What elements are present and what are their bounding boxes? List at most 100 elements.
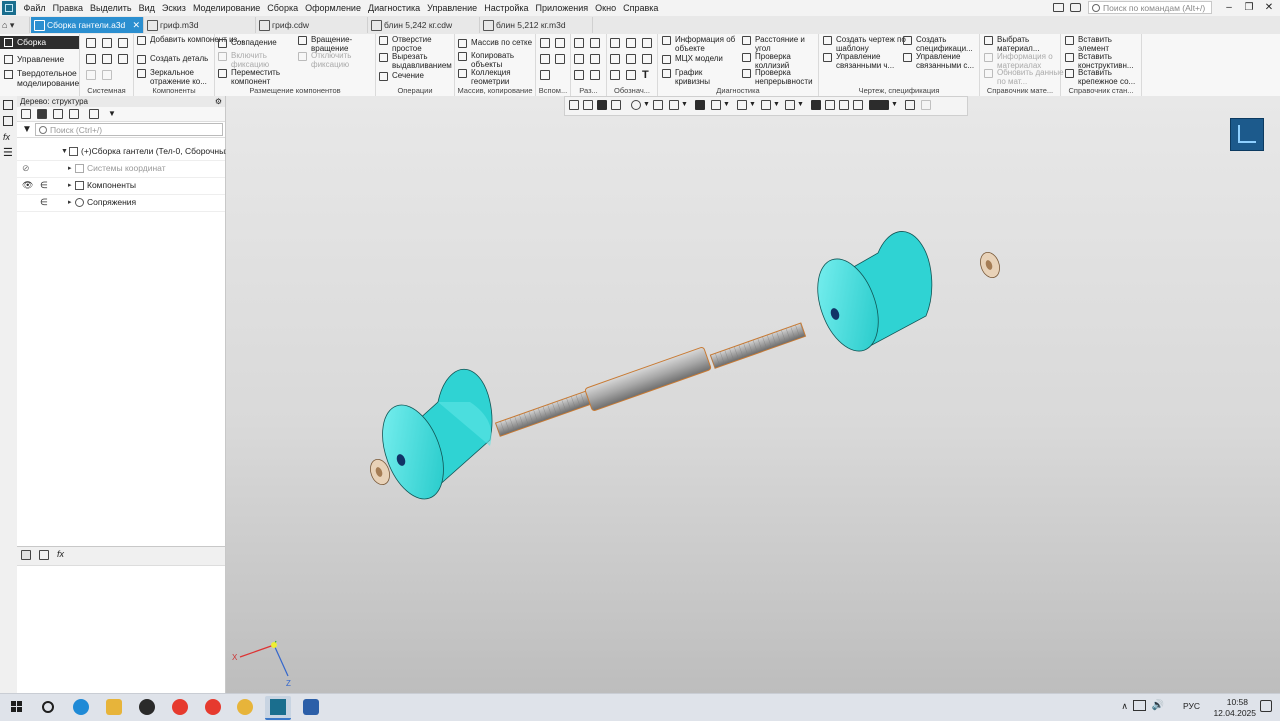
minimize-button[interactable]: – bbox=[1222, 1, 1236, 14]
menu-manage[interactable]: Управление bbox=[424, 0, 481, 16]
leader-icon[interactable] bbox=[610, 38, 620, 48]
radius-dimension-icon[interactable] bbox=[574, 54, 584, 64]
close-tab-icon[interactable]: ✕ bbox=[132, 17, 140, 33]
network-icon[interactable] bbox=[1133, 700, 1146, 711]
curvature-graph-button[interactable]: График кривизны bbox=[662, 68, 735, 86]
weld-icon[interactable] bbox=[610, 70, 620, 80]
tab-disc-drawing[interactable]: блин 5,242 кг.cdw bbox=[368, 17, 480, 33]
enable-fix-button[interactable]: Включить фиксацию bbox=[218, 51, 291, 69]
create-drawing-button[interactable]: Создать чертеж по шаблону bbox=[823, 35, 908, 53]
position-icon[interactable] bbox=[626, 54, 636, 64]
tree-row-mates[interactable]: ∈ ▸ Сопряжения bbox=[17, 194, 225, 212]
move-component-button[interactable]: Переместить компонент bbox=[218, 68, 295, 86]
menu-design[interactable]: Оформление bbox=[302, 0, 365, 16]
aux-line-icon[interactable] bbox=[555, 54, 565, 64]
tree-build-icon[interactable] bbox=[37, 109, 47, 119]
props-tab-icon[interactable] bbox=[39, 550, 49, 560]
tolerance-icon[interactable] bbox=[642, 38, 652, 48]
chamfer-dimension-icon[interactable] bbox=[590, 70, 600, 80]
view-orientation-icon[interactable] bbox=[1230, 118, 1264, 151]
chevron-down-icon[interactable]: ▼ bbox=[108, 109, 116, 118]
create-part-button[interactable]: Создать деталь bbox=[137, 54, 208, 64]
filter-icon[interactable]: ▼ bbox=[22, 124, 32, 135]
insert-fastener-button[interactable]: Вставить крепежное со... bbox=[1065, 68, 1150, 86]
open-folder-icon[interactable] bbox=[102, 38, 112, 48]
print-icon[interactable] bbox=[86, 54, 96, 64]
yandex-icon[interactable] bbox=[205, 699, 221, 715]
volume-icon[interactable]: 🔊 bbox=[1152, 700, 1164, 711]
aux-plane-icon[interactable] bbox=[555, 38, 565, 48]
save-icon[interactable] bbox=[118, 38, 128, 48]
collapse-arrow-icon[interactable]: ▸ bbox=[68, 177, 72, 194]
tree-structure-icon[interactable] bbox=[21, 109, 31, 119]
eye-icon[interactable]: 👁 bbox=[22, 177, 33, 194]
base-icon[interactable] bbox=[610, 54, 620, 64]
app-icon[interactable] bbox=[139, 699, 155, 715]
tree-panel-icon[interactable] bbox=[3, 100, 13, 110]
menu-file[interactable]: Файл bbox=[20, 0, 49, 16]
search-icon[interactable] bbox=[40, 699, 56, 715]
simple-hole-button[interactable]: Отверстие простое bbox=[379, 35, 452, 53]
menu-assembly[interactable]: Сборка bbox=[264, 0, 302, 16]
linear-dimension-icon[interactable] bbox=[574, 70, 584, 80]
command-search-input[interactable]: Поиск по командам (Alt+/) bbox=[1088, 1, 1212, 14]
new-document-icon[interactable] bbox=[86, 38, 96, 48]
menu-edit[interactable]: Правка bbox=[49, 0, 86, 16]
dimension-icon[interactable] bbox=[574, 38, 584, 48]
diameter-dimension-icon[interactable] bbox=[590, 54, 600, 64]
update-material-button[interactable]: Обновить данные по мат... bbox=[984, 68, 1069, 86]
menu-view[interactable]: Вид bbox=[135, 0, 158, 16]
hidden-eye-icon[interactable]: ⊘ bbox=[22, 160, 30, 177]
collapse-arrow-icon[interactable]: ▸ bbox=[68, 194, 72, 211]
tree-row-coordinate-systems[interactable]: ⊘ ▸ Системы координат bbox=[17, 160, 225, 178]
menu-apps[interactable]: Приложения bbox=[532, 0, 592, 16]
menu-select[interactable]: Выделить bbox=[87, 0, 136, 16]
variables-tab-icon[interactable]: fx bbox=[57, 549, 64, 559]
object-info-button[interactable]: Информация об объекте bbox=[662, 35, 745, 53]
save-all-icon[interactable] bbox=[118, 54, 128, 64]
aux-axis-icon[interactable] bbox=[540, 38, 550, 48]
manage-linked-drawings-button[interactable]: Управление связанными ч... bbox=[823, 52, 910, 70]
chrome-icon[interactable] bbox=[237, 699, 253, 715]
nav-assembly[interactable]: Сборка bbox=[0, 36, 79, 49]
tree-grid-icon[interactable] bbox=[69, 109, 79, 119]
tree-filter-list-icon[interactable] bbox=[89, 109, 99, 119]
kompas-taskbar-button[interactable] bbox=[265, 696, 291, 720]
home-tab[interactable]: ⌂ ▾ bbox=[0, 17, 30, 33]
text-icon[interactable]: T bbox=[642, 70, 652, 81]
tree-row-components[interactable]: 👁 ∈ ▸ Компоненты bbox=[17, 177, 225, 195]
mirror-component-button[interactable]: Зеркальное отражение ко... bbox=[137, 68, 214, 86]
tree-root-row[interactable]: ▼ (+)Сборка гантели (Тел-0, Сборочных bbox=[17, 143, 229, 161]
expand-arrow-icon[interactable]: ▼ bbox=[61, 143, 68, 160]
menu-window[interactable]: Окно bbox=[592, 0, 620, 16]
mass-properties-button[interactable]: МЦХ модели bbox=[662, 54, 723, 64]
extrude-cut-button[interactable]: Вырезать выдавливанием bbox=[379, 52, 464, 70]
nav-solid-modeling[interactable]: Твердотельное моделирование bbox=[0, 68, 79, 90]
layers-icon[interactable]: ☰ bbox=[3, 148, 13, 159]
redo-icon[interactable] bbox=[102, 70, 112, 80]
chevron-up-icon[interactable]: ∧ bbox=[1121, 701, 1128, 712]
angle-dimension-icon[interactable] bbox=[590, 38, 600, 48]
menu-help[interactable]: Справка bbox=[620, 0, 662, 16]
roughness-icon[interactable] bbox=[626, 38, 636, 48]
collapse-arrow-icon[interactable]: ▸ bbox=[68, 160, 72, 177]
distance-angle-button[interactable]: Расстояние и угол bbox=[742, 35, 821, 53]
assembly-model[interactable]: X Z bbox=[226, 96, 1280, 693]
maximize-button[interactable]: ❐ bbox=[1242, 1, 1256, 14]
choose-material-button[interactable]: Выбрать материал... bbox=[984, 35, 1061, 53]
menu-diagnostics[interactable]: Диагностика bbox=[364, 0, 423, 16]
tab-disc-part[interactable]: блин 5,212 кг.m3d bbox=[480, 17, 593, 33]
surface-icon[interactable] bbox=[626, 70, 636, 80]
tab-grif-drawing[interactable]: гриф.cdw bbox=[256, 17, 368, 33]
copy-objects-button[interactable]: Копировать объекты bbox=[458, 51, 535, 69]
start-icon[interactable] bbox=[9, 699, 25, 715]
create-spec-button[interactable]: Создать спецификаци... bbox=[903, 35, 988, 53]
manage-linked-specs-button[interactable]: Управление связанными с... bbox=[903, 52, 990, 70]
notifications-icon[interactable] bbox=[1260, 700, 1272, 712]
aux-point-icon[interactable] bbox=[540, 54, 550, 64]
3d-viewport[interactable]: ▼ ▼ ▼ ▼ ▼ ▼ ▼ X Z bbox=[226, 96, 1280, 693]
close-button[interactable]: ✕ bbox=[1262, 1, 1276, 14]
panel-icon[interactable] bbox=[1053, 3, 1064, 12]
aux-csys-icon[interactable] bbox=[540, 70, 550, 80]
gear-icon[interactable]: ⚙ bbox=[215, 96, 222, 107]
